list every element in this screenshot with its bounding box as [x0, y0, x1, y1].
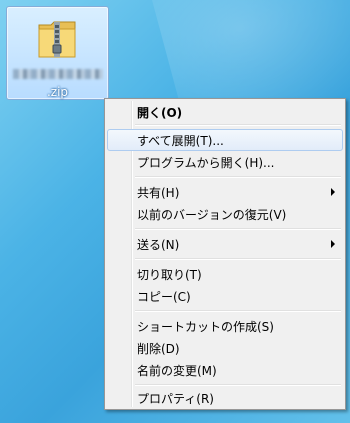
file-name-blurred: [13, 69, 103, 79]
menu-item-label: ショートカットの作成(S): [137, 320, 274, 334]
submenu-arrow-icon: [331, 240, 335, 248]
menu-item-label: 開く(O): [137, 106, 183, 120]
menu-separator: [135, 384, 341, 386]
menu-separator: [135, 258, 341, 260]
zip-folder-icon: [38, 21, 76, 58]
menu-item-label: 切り取り(T): [137, 268, 202, 282]
zip-file-icon-selected[interactable]: .zip: [6, 6, 109, 100]
menu-item-open[interactable]: 開く(O): [107, 101, 343, 123]
menu-separator: [135, 124, 341, 126]
menu-item-label: 削除(D): [137, 342, 180, 356]
menu-item-properties[interactable]: プロパティ(R): [107, 387, 343, 409]
menu-item-share[interactable]: 共有(H): [107, 181, 343, 203]
menu-separator: [135, 228, 341, 230]
menu-item-restore-previous-versions[interactable]: 以前のバージョンの復元(V): [107, 203, 343, 225]
menu-item-label: プログラムから開く(H)...: [137, 156, 275, 170]
menu-item-label: プロパティ(R): [137, 392, 214, 406]
menu-item-cut[interactable]: 切り取り(T): [107, 263, 343, 285]
menu-item-send-to[interactable]: 送る(N): [107, 233, 343, 255]
menu-item-copy[interactable]: コピー(C): [107, 285, 343, 307]
menu-item-extract-all[interactable]: すべて展開(T)...: [107, 129, 343, 151]
menu-item-label: コピー(C): [137, 290, 191, 304]
menu-item-label: すべて展開(T)...: [137, 134, 224, 148]
menu-item-label: 共有(H): [137, 186, 180, 200]
menu-item-open-with[interactable]: プログラムから開く(H)...: [107, 151, 343, 173]
menu-item-delete[interactable]: 削除(D): [107, 337, 343, 359]
file-extension-label: .zip: [46, 85, 69, 99]
menu-item-rename[interactable]: 名前の変更(M): [107, 359, 343, 381]
menu-item-label: 送る(N): [137, 238, 180, 252]
submenu-arrow-icon: [331, 188, 335, 196]
menu-item-label: 名前の変更(M): [137, 364, 217, 378]
menu-separator: [135, 310, 341, 312]
context-menu: 開く(O) すべて展開(T)... プログラムから開く(H)... 共有(H) …: [104, 98, 346, 410]
menu-item-label: 以前のバージョンの復元(V): [137, 208, 287, 222]
menu-separator: [135, 176, 341, 178]
menu-item-create-shortcut[interactable]: ショートカットの作成(S): [107, 315, 343, 337]
